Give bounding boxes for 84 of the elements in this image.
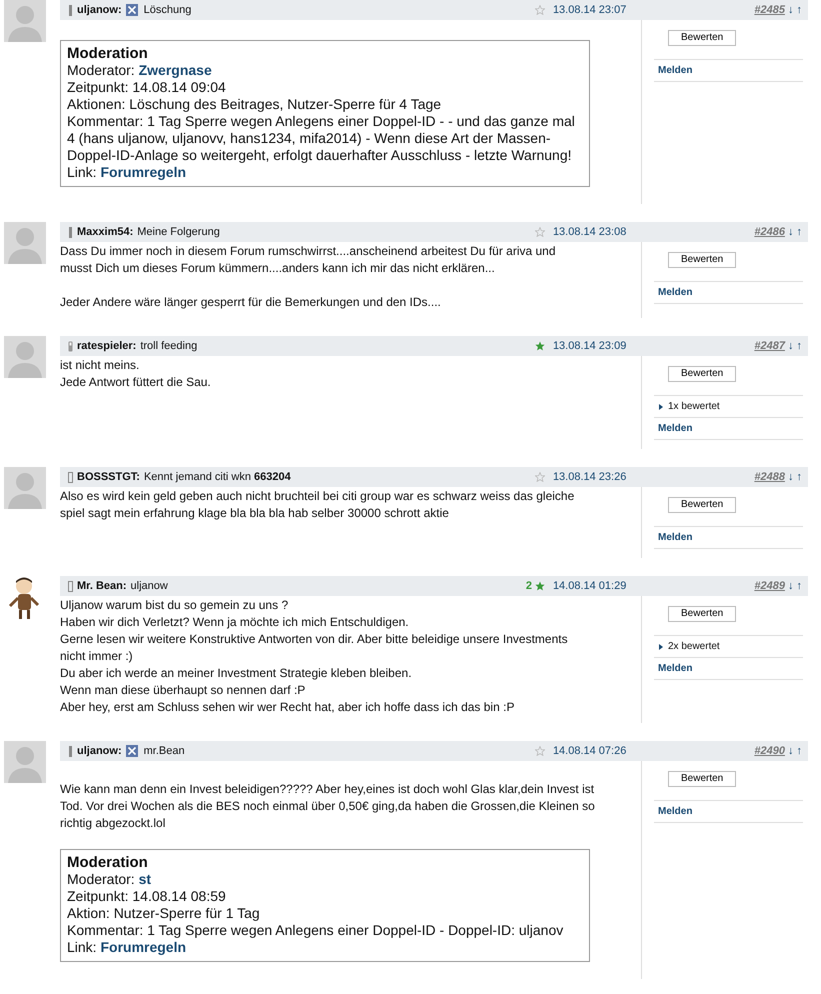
moderation-title: Moderation bbox=[67, 45, 148, 62]
report-link[interactable]: Melden bbox=[658, 532, 692, 543]
rate-button[interactable]: Bewerten bbox=[668, 366, 736, 382]
moderation-title: Moderation bbox=[67, 854, 148, 871]
avatar-icon bbox=[4, 222, 46, 264]
post-title: troll feeding bbox=[140, 338, 198, 354]
report-link[interactable]: Melden bbox=[658, 663, 692, 674]
field-label: Moderator: bbox=[67, 62, 136, 78]
ratings-toggle[interactable]: 2x bewertet bbox=[668, 640, 720, 653]
nav-arrows[interactable]: ↓ ↑ bbox=[788, 224, 802, 240]
star-icon[interactable] bbox=[534, 341, 545, 351]
nav-arrows[interactable]: ↓ ↑ bbox=[788, 742, 802, 760]
avatar-icon bbox=[4, 0, 46, 42]
star-icon[interactable] bbox=[534, 581, 545, 591]
post-date: 14.08.14 07:26 bbox=[552, 744, 626, 759]
rate-button[interactable]: Bewerten bbox=[668, 497, 736, 513]
author-name[interactable]: uljanow: bbox=[77, 742, 122, 760]
report-link[interactable]: Melden bbox=[658, 287, 692, 298]
post-number-link[interactable]: #2490 bbox=[754, 742, 785, 760]
avatar-icon bbox=[4, 467, 46, 509]
ratings-toggle[interactable]: 1x bewertet bbox=[668, 400, 720, 413]
moderation-line: Zeitpunkt: 14.08.14 08:59 bbox=[67, 888, 227, 905]
post-title: mr.Bean bbox=[144, 744, 185, 759]
moderation-line: Zeitpunkt: 14.08.14 09:04 bbox=[67, 79, 227, 96]
author-name[interactable]: uljanow: bbox=[77, 2, 122, 18]
star-icon[interactable] bbox=[534, 227, 545, 237]
post-title: Kennt jemand citi wkn 663204 bbox=[144, 470, 291, 485]
post-number-link[interactable]: #2486 bbox=[754, 224, 785, 240]
field-label: Link: bbox=[67, 939, 98, 955]
nav-arrows[interactable]: ↓ ↑ bbox=[788, 2, 802, 18]
status-icon bbox=[68, 746, 73, 756]
star-icon[interactable] bbox=[534, 5, 545, 15]
moderation-link[interactable]: Forumregeln bbox=[100, 164, 186, 180]
post-number-link[interactable]: #2487 bbox=[754, 338, 785, 354]
post-date: 13.08.14 23:08 bbox=[552, 224, 626, 240]
status-icon bbox=[68, 580, 73, 592]
author-name[interactable]: Maxxim54: bbox=[77, 224, 134, 240]
star-icon[interactable] bbox=[534, 472, 545, 482]
field-label: Moderator: bbox=[67, 871, 136, 887]
moderation-line: Aktion: Nutzer-Sperre für 1 Tag bbox=[67, 905, 261, 922]
report-link[interactable]: Melden bbox=[658, 65, 692, 76]
moderation-line: Kommentar: 1 Tag Sperre wegen Anlegens einer Doppel-ID - Doppel-ID: uljanov bbox=[67, 922, 564, 939]
moderation-link[interactable]: st bbox=[138, 871, 152, 887]
rate-button[interactable]: Bewerten bbox=[668, 771, 736, 787]
nav-arrows[interactable]: ↓ ↑ bbox=[788, 578, 802, 594]
author-name[interactable]: Mr. Bean: bbox=[77, 578, 127, 594]
post-text: Dass Du immer noch in diesem Forum rumschwirrst....anscheinend arbeitest Du für ariva und musst Dich um dieses Forum kümmern....anders kann ich mir das nicht erklären... bbox=[60, 243, 557, 277]
post-number-link[interactable]: #2485 bbox=[754, 2, 785, 18]
post-date: 14.08.14 01:29 bbox=[552, 578, 626, 594]
field-label: Link: bbox=[67, 164, 98, 180]
post-number-link[interactable]: #2488 bbox=[754, 468, 785, 486]
nav-arrows[interactable]: ↓ ↑ bbox=[788, 468, 802, 486]
post-title: uljanow bbox=[130, 578, 168, 594]
moderation-link[interactable]: Forumregeln bbox=[100, 939, 186, 955]
rate-button[interactable]: Bewerten bbox=[668, 252, 736, 268]
post-text: Uljanow warum bist du so gemein zu uns ? Haben wir dich Verletzt? Wenn ja möchte ich mich Entschuldigen. Gerne lesen wir weitere Konstruktive Antworten von dir. Aber bitte beleidige unsere Investments nicht immer :) Du aber ich werde an meiner Investment Strategie kleben bleiben. Wenn man diese überhaupt so nennen darf :P Aber hey, erst am Schluss sehen wir wer Recht hat, aber ich hoffe dass ich das bin :P bbox=[60, 597, 569, 716]
rate-button[interactable]: Bewerten bbox=[668, 606, 736, 622]
rating-count: 2 bbox=[526, 578, 532, 594]
nav-arrows[interactable]: ↓ ↑ bbox=[788, 338, 802, 354]
post-title: Meine Folgerung bbox=[137, 224, 220, 240]
status-icon bbox=[68, 340, 73, 352]
moderation-line: Kommentar: 1 Tag Sperre wegen Anlegens einer Doppel-ID - - und das ganze mal 4 (hans uljanow, uljanovv, hans1234, mifa2014) - Wenn diese Art der Massen-Doppel-ID-Anlage so weitergeht, erfolgt dauerhafter Ausschluss - letzte Warnung! bbox=[67, 113, 576, 164]
rate-button[interactable]: Bewerten bbox=[668, 30, 736, 46]
post-date: 13.08.14 23:09 bbox=[552, 338, 626, 354]
moderation-line: Aktionen: Löschung des Beitrages, Nutzer-Sperre für 4 Tage bbox=[67, 96, 442, 113]
post-date: 13.08.14 23:26 bbox=[552, 470, 626, 485]
author-name[interactable]: BOSSSTGT: bbox=[77, 468, 140, 486]
status-icon bbox=[68, 4, 73, 16]
status-icon bbox=[68, 226, 73, 238]
author-name[interactable]: ratespieler: bbox=[77, 338, 136, 354]
report-link[interactable]: Melden bbox=[658, 423, 692, 434]
star-icon[interactable] bbox=[534, 746, 545, 756]
post-date: 13.08.14 23:07 bbox=[552, 2, 626, 18]
moderation-link[interactable]: Zwergnase bbox=[138, 62, 212, 78]
post-text: Jeder Andere wäre länger gesperrt für die Bemerkungen und den IDs.... bbox=[60, 294, 442, 311]
post-number-link[interactable]: #2489 bbox=[754, 578, 785, 594]
avatar-icon bbox=[4, 336, 46, 378]
report-link[interactable]: Melden bbox=[658, 806, 692, 817]
avatar-icon bbox=[4, 741, 46, 783]
status-icon bbox=[68, 472, 73, 482]
post-title: Löschung bbox=[144, 2, 192, 18]
post-text: Also es wird kein geld geben auch nicht bruchteil bei citi group war es schwarz weiss das gleiche spiel sagt mein erfahrung klage bla bla bla hab selber 30000 schrott aktie bbox=[60, 488, 576, 522]
post-text: Wie kann man denn ein Invest beleidigen????? Aber hey,eines ist doch wohl Glas klar,dein Invest ist Tod. Vor drei Wochen als die BES noch einmal über 0,50€ ging,da haben die Grossen,die Kleinen so richtig abgezockt.lol bbox=[60, 781, 596, 832]
post-text: ist nicht meins. Jede Antwort füttert die Sau. bbox=[60, 357, 212, 391]
